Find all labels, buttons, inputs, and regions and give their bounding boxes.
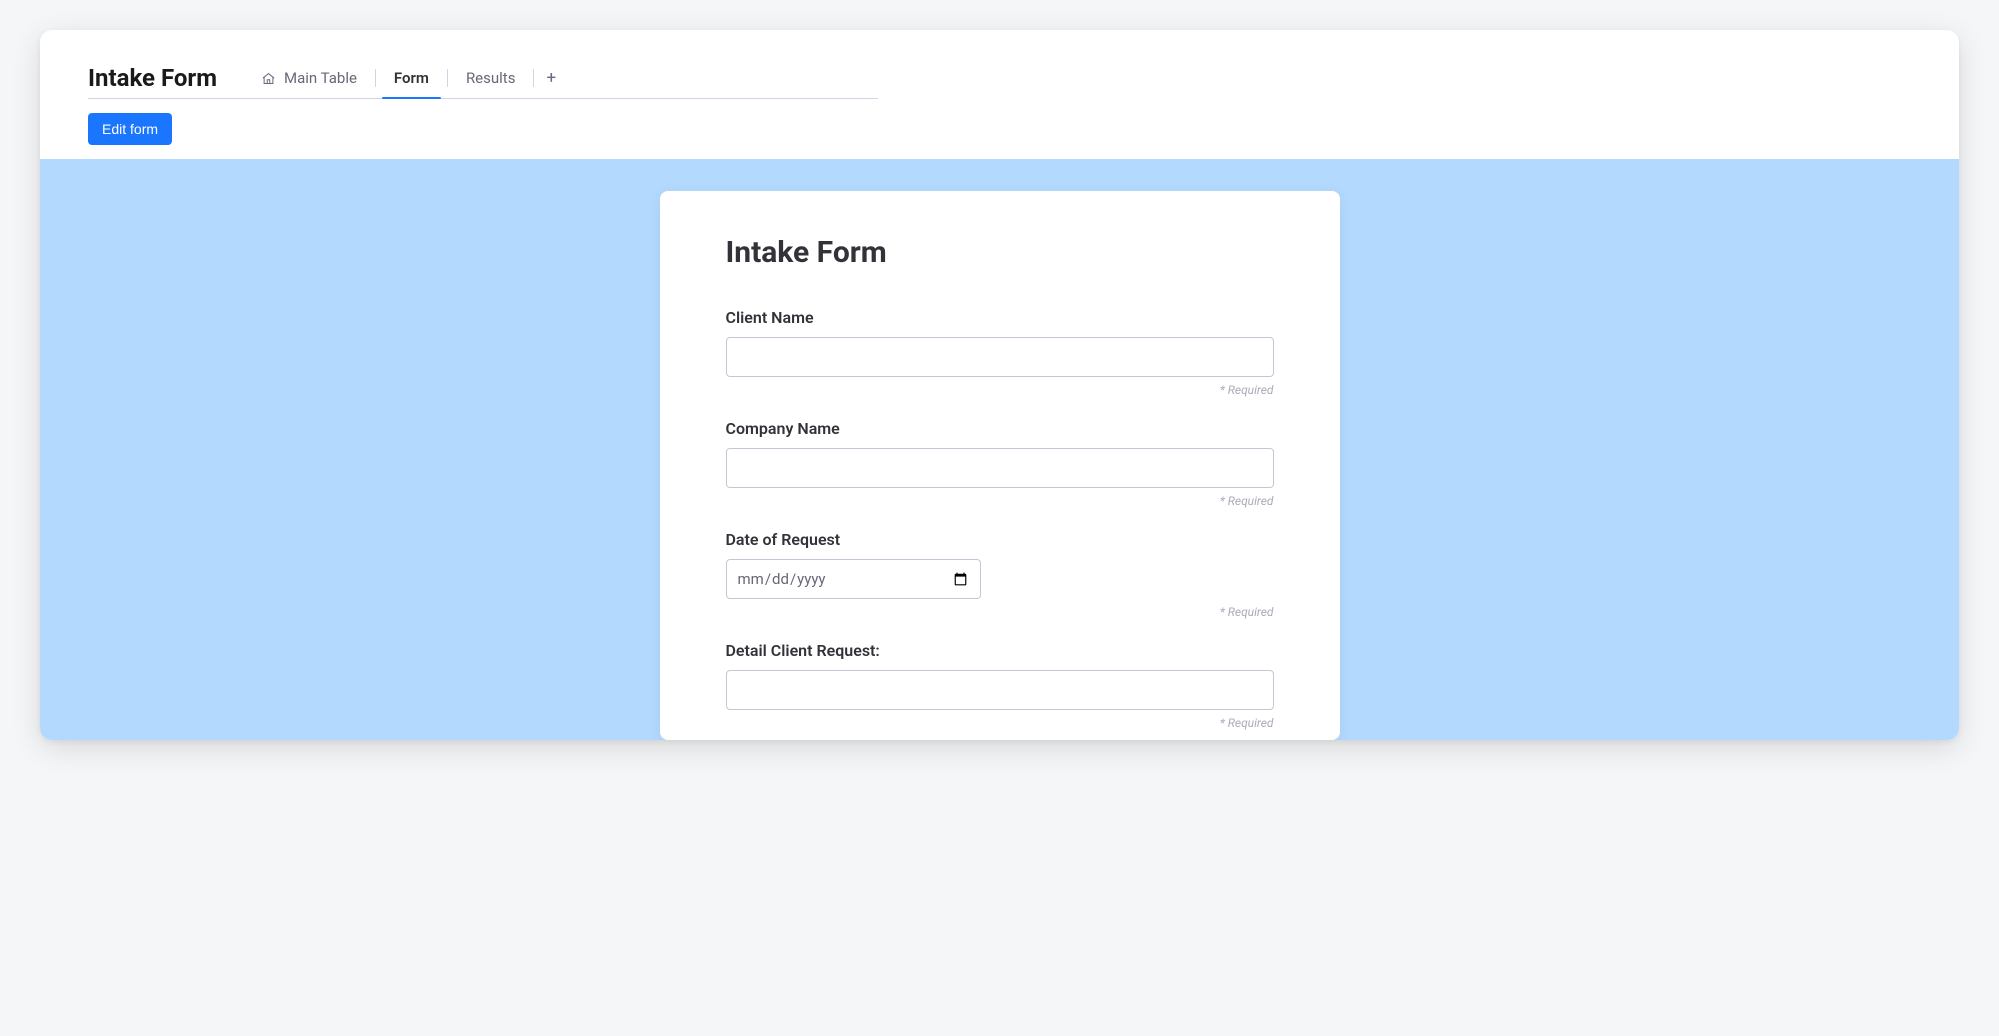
title-row: Intake Form Main Table Form Results: [88, 58, 1911, 98]
tab-label: Main Table: [284, 69, 357, 87]
app-card: Intake Form Main Table Form Results: [40, 30, 1959, 740]
tab-form[interactable]: Form: [378, 58, 445, 98]
tab-label: Form: [394, 69, 429, 87]
field-label: Date of Request: [726, 530, 1274, 549]
client-name-input[interactable]: [726, 337, 1274, 377]
tabs: Main Table Form Results +: [245, 58, 566, 98]
field-date-of-request: Date of Request * Required: [726, 530, 1274, 619]
form-canvas: Intake Form Client Name * Required Compa…: [40, 159, 1959, 740]
field-label: Company Name: [726, 419, 1274, 438]
page-title: Intake Form: [88, 64, 217, 92]
tab-main-table[interactable]: Main Table: [245, 58, 373, 98]
required-hint: * Required: [726, 383, 1274, 397]
tab-results[interactable]: Results: [450, 58, 532, 98]
toolbar: Edit form: [40, 99, 1959, 159]
field-client-name: Client Name * Required: [726, 308, 1274, 397]
field-label: Detail Client Request:: [726, 641, 1274, 660]
edit-form-button[interactable]: Edit form: [88, 113, 172, 145]
add-tab-button[interactable]: +: [536, 58, 566, 98]
field-company-name: Company Name * Required: [726, 419, 1274, 508]
required-hint: * Required: [726, 494, 1274, 508]
tab-label: Results: [466, 69, 516, 87]
required-hint: * Required: [726, 605, 1274, 619]
detail-client-request-input[interactable]: [726, 670, 1274, 710]
date-of-request-input[interactable]: [726, 559, 981, 599]
required-hint: * Required: [726, 716, 1274, 730]
top-bar: Intake Form Main Table Form Results: [40, 30, 1959, 99]
tab-separator: [447, 69, 448, 87]
tab-separator: [533, 69, 534, 87]
field-label: Client Name: [726, 308, 1274, 327]
form-title: Intake Form: [726, 235, 1274, 270]
home-icon: [261, 71, 276, 86]
form-card: Intake Form Client Name * Required Compa…: [660, 191, 1340, 740]
company-name-input[interactable]: [726, 448, 1274, 488]
tab-separator: [375, 69, 376, 87]
field-detail-client-request: Detail Client Request: * Required: [726, 641, 1274, 730]
